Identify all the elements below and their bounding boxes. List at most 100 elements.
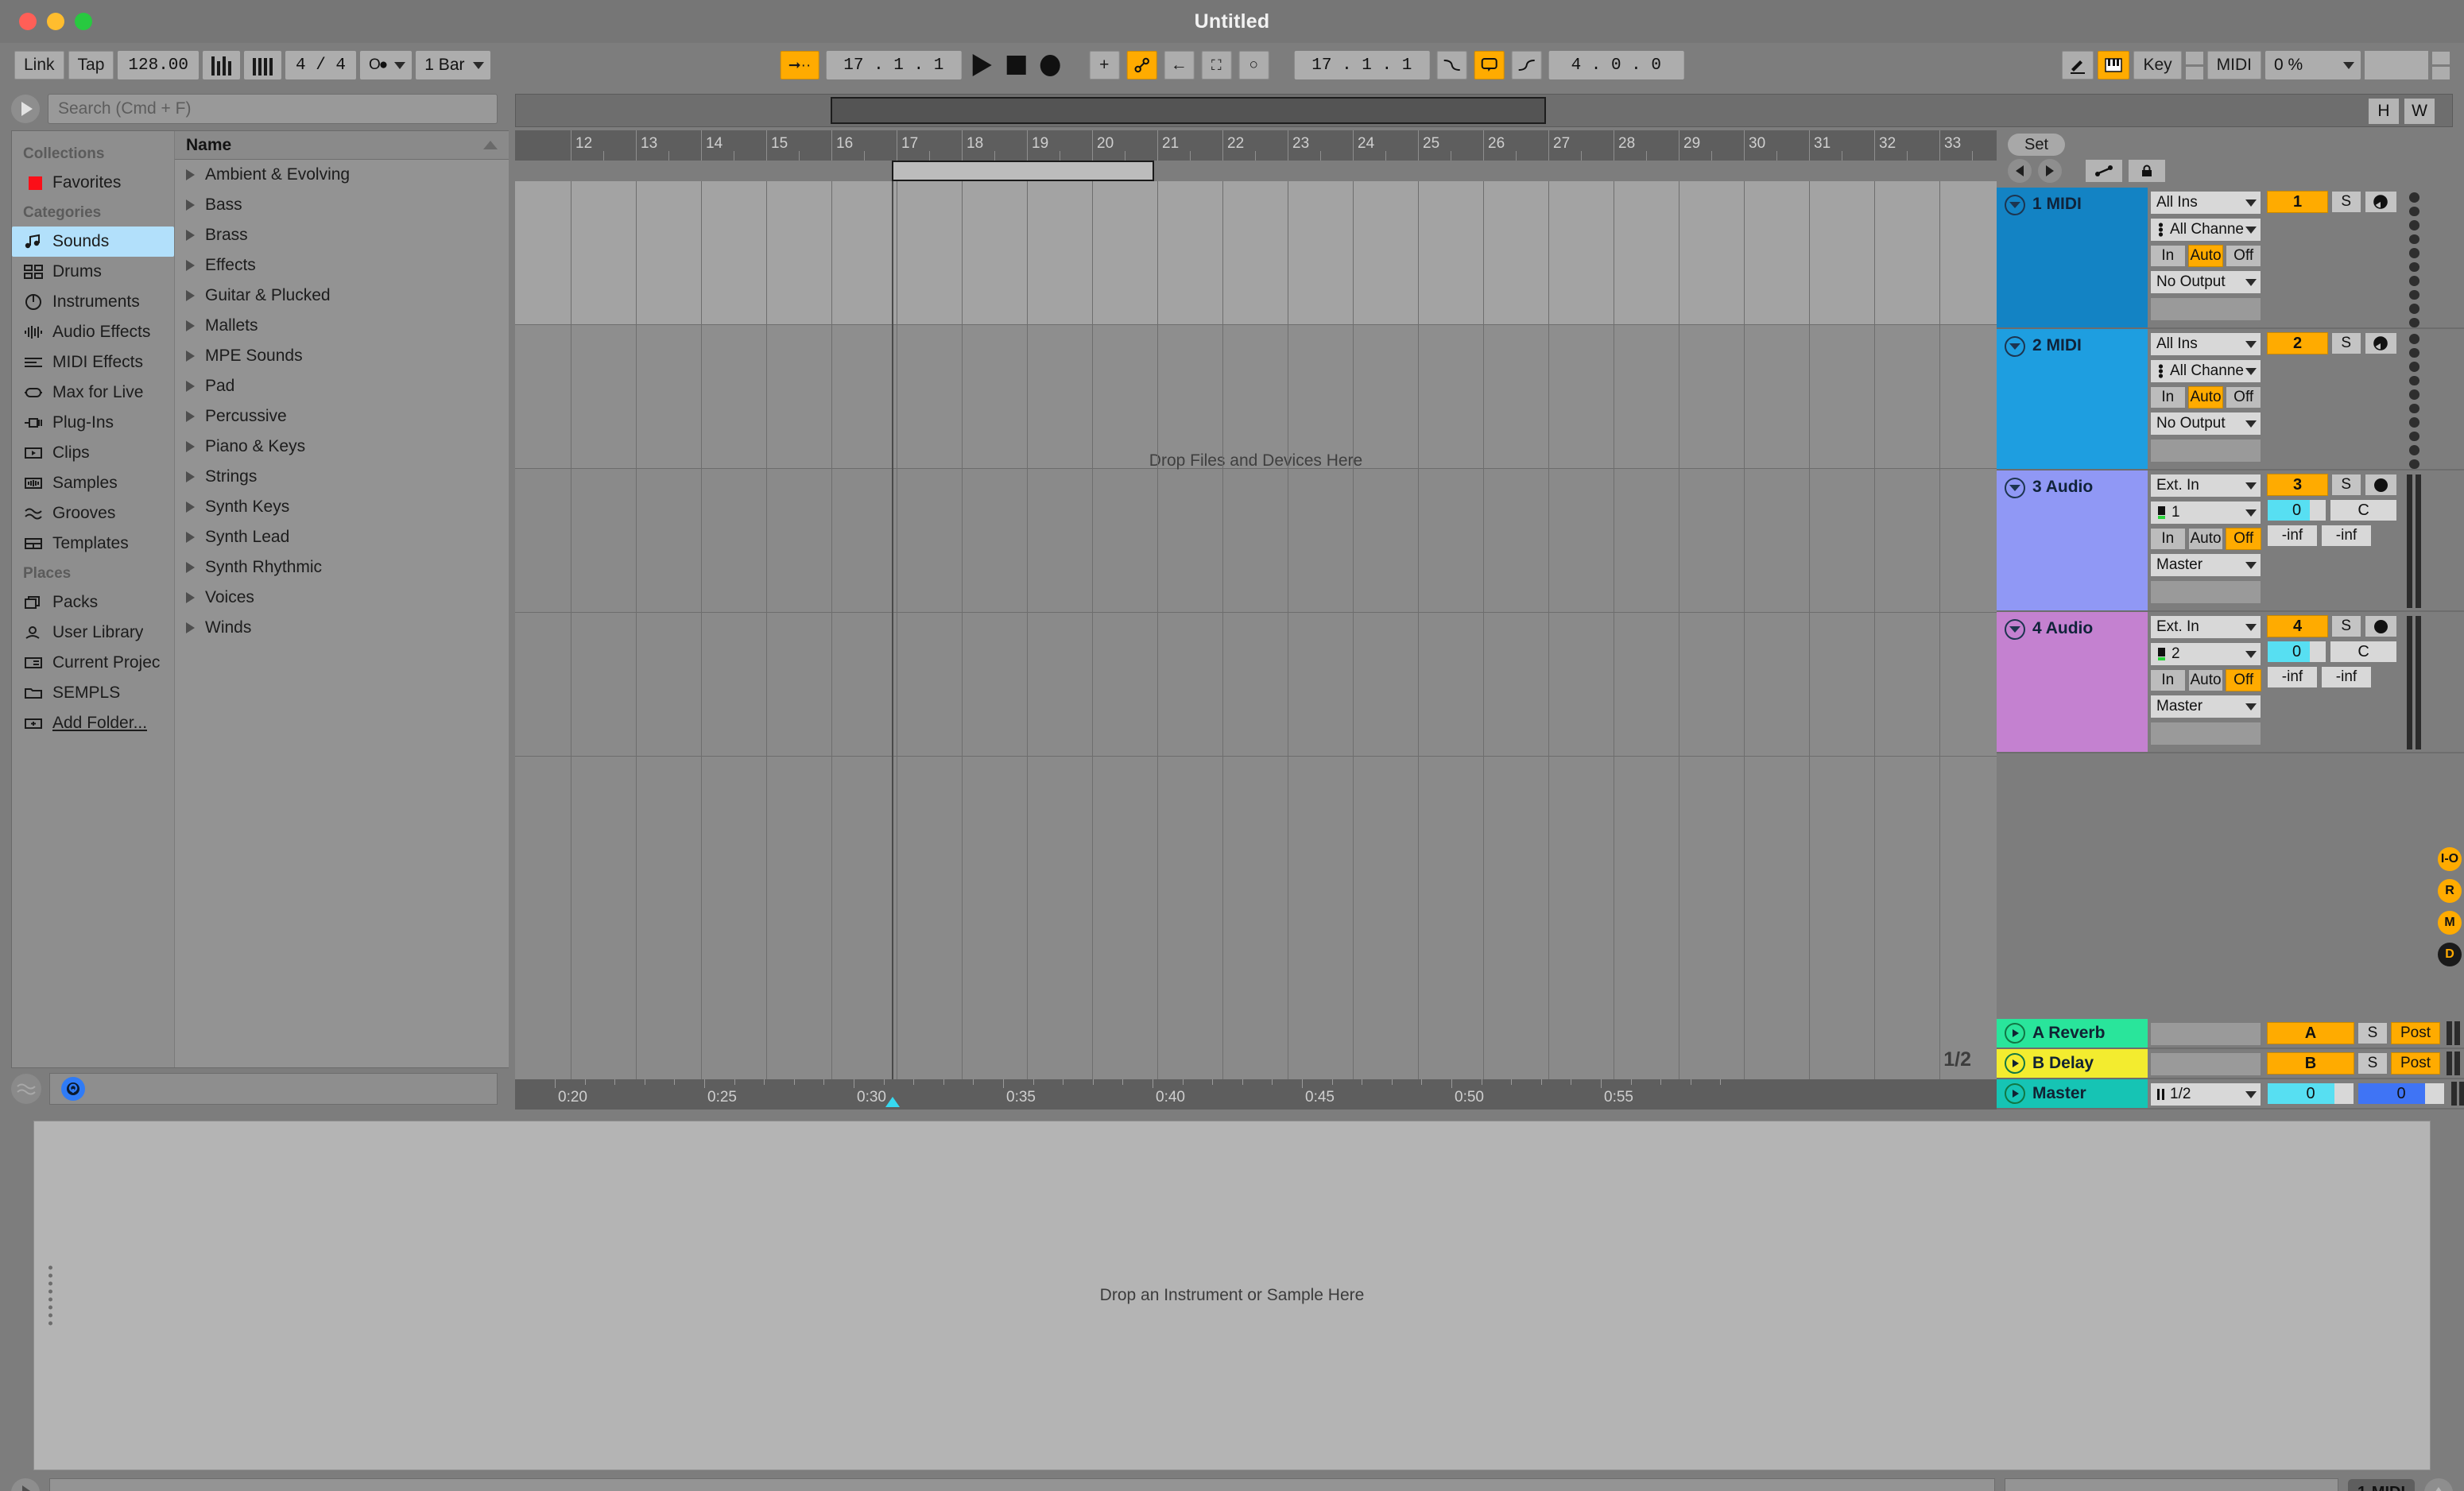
return-output-select[interactable] <box>2150 1052 2261 1076</box>
overview-selection[interactable] <box>831 97 1546 124</box>
automation-link-icon[interactable] <box>1126 51 1157 79</box>
bar-ruler[interactable]: 12 13 14 15 16 17 18 19 20 21 22 23 24 25 26 27 28 29 30 31… <box>515 130 1997 161</box>
loop-start-field[interactable]: 17 . 1 . 1 <box>1294 51 1430 79</box>
expand-triangle-icon[interactable] <box>186 169 195 180</box>
browser-folder-row[interactable]: Synth Rhythmic <box>175 552 509 583</box>
search-input[interactable]: Search (Cmd + F) <box>48 94 498 124</box>
record-icon[interactable] <box>1036 52 1063 79</box>
sidebar-item-sempls[interactable]: SEMPLS <box>12 678 174 708</box>
expand-triangle-icon[interactable] <box>186 532 195 543</box>
browser-preview-icon[interactable] <box>11 95 40 123</box>
expand-triangle-icon[interactable] <box>186 441 195 452</box>
track-fold-icon[interactable] <box>2005 478 2025 498</box>
output-type-select[interactable]: Master <box>2150 695 2261 718</box>
monitor-auto-button[interactable]: Auto <box>2187 245 2224 267</box>
master-track-name-header[interactable]: Master <box>1997 1079 2148 1108</box>
ableton-help-icon[interactable] <box>61 1077 85 1101</box>
plus-icon[interactable]: + <box>1089 51 1120 79</box>
status-play-icon[interactable] <box>11 1478 40 1491</box>
master-track[interactable]: Master 1/2 0 0 <box>1997 1079 2464 1110</box>
input-type-select[interactable]: Ext. In <box>2150 615 2261 639</box>
metronome-icon[interactable] <box>203 51 241 79</box>
sidebar-item-samples[interactable]: Samples <box>12 468 174 498</box>
frame-icon[interactable]: ⛶ <box>1201 51 1232 79</box>
track-number-button[interactable]: 1 <box>2267 191 2328 213</box>
return-letter-button[interactable]: A <box>2267 1022 2354 1044</box>
track-number-button[interactable]: 3 <box>2267 474 2328 496</box>
arm-audio-icon[interactable] <box>2364 615 2397 637</box>
sidebar-item-drums[interactable]: Drums <box>12 257 174 287</box>
loop-brace[interactable] <box>892 161 1154 181</box>
browser-folder-row[interactable]: Mallets <box>175 311 509 341</box>
solo-button[interactable]: S <box>2331 332 2361 354</box>
browser-folder-row[interactable]: Winds <box>175 613 509 643</box>
track-fold-icon[interactable] <box>2005 336 2025 357</box>
sidebar-item-grooves[interactable]: Grooves <box>12 498 174 529</box>
mixer-track-1[interactable]: 1 MIDI All Ins All Channe In Auto Off No Outpu… <box>1997 188 2464 329</box>
return-fold-icon[interactable] <box>2005 1053 2025 1074</box>
output-type-select[interactable]: No Output <box>2150 412 2261 436</box>
track-name-header[interactable]: 2 MIDI <box>1997 329 2148 469</box>
overview-height-button[interactable]: H <box>2369 99 2399 124</box>
punch-in-icon[interactable] <box>1436 51 1467 79</box>
browser-folder-row[interactable]: Percussive <box>175 401 509 432</box>
return-solo-button[interactable]: S <box>2357 1022 2388 1044</box>
grooves-icon[interactable] <box>11 1074 41 1104</box>
mixer-track-4[interactable]: 4 Audio Ext. In 2 In Auto Off Master 4 S 0 C -inf -i… <box>1997 612 2464 753</box>
sidebar-item-clips[interactable]: Clips <box>12 438 174 468</box>
browser-folder-row[interactable]: Piano & Keys <box>175 432 509 462</box>
browser-column-header[interactable]: Name <box>175 131 509 160</box>
return-fold-icon[interactable] <box>2005 1023 2025 1044</box>
link-button[interactable]: Link <box>14 51 64 79</box>
pencil-icon[interactable] <box>2062 51 2094 79</box>
volume-field[interactable]: 0 <box>2267 499 2327 521</box>
monitor-off-button[interactable]: Off <box>2226 669 2262 691</box>
monitor-auto-button[interactable]: Auto <box>2187 669 2224 691</box>
solo-button[interactable]: S <box>2331 191 2361 213</box>
loop-brace-bar[interactable] <box>515 161 1997 181</box>
output-type-select[interactable]: Master <box>2150 553 2261 577</box>
expand-triangle-icon[interactable] <box>186 592 195 603</box>
return-track-A[interactable]: A Reverb A S Post <box>1997 1019 2464 1049</box>
sidebar-item-instruments[interactable]: Instruments <box>12 287 174 317</box>
lock-envelopes-icon[interactable] <box>2129 160 2165 182</box>
input-type-select[interactable]: All Ins <box>2150 191 2261 215</box>
output-channel-select[interactable] <box>2150 297 2261 321</box>
prev-arrow-icon[interactable] <box>2008 159 2032 183</box>
monitor-auto-button[interactable]: Auto <box>2187 386 2224 409</box>
key-map-button[interactable]: Key <box>2133 51 2182 79</box>
return-track-name-header[interactable]: A Reverb <box>1997 1019 2148 1048</box>
playhead[interactable] <box>892 181 893 1079</box>
return-letter-button[interactable]: B <box>2267 1052 2354 1075</box>
input-channel-select[interactable]: All Channe <box>2150 218 2261 242</box>
master-volume-field[interactable]: 0 <box>2267 1082 2354 1105</box>
expand-triangle-icon[interactable] <box>186 230 195 241</box>
follow-icon[interactable]: O● <box>360 51 413 79</box>
monitor-in-button[interactable]: In <box>2150 386 2186 409</box>
cpu-load-meter[interactable]: 0 % <box>2265 51 2361 79</box>
monitor-off-button[interactable]: Off <box>2226 528 2262 550</box>
sidebar-item-midi-effects[interactable]: MIDI Effects <box>12 347 174 378</box>
track-number-button[interactable]: 4 <box>2267 615 2328 637</box>
return-post-button[interactable]: Post <box>2391 1022 2440 1044</box>
output-type-select[interactable]: No Output <box>2150 270 2261 294</box>
sidebar-item-audio-effects[interactable]: Audio Effects <box>12 317 174 347</box>
expand-triangle-icon[interactable] <box>186 320 195 331</box>
monitor-off-button[interactable]: Off <box>2226 386 2262 409</box>
browser-folder-row[interactable]: Brass <box>175 220 509 250</box>
return-track-name-header[interactable]: B Delay <box>1997 1049 2148 1078</box>
computer-midi-keyboard-icon[interactable] <box>2098 51 2130 79</box>
input-channel-select[interactable]: 1 <box>2150 501 2261 525</box>
midi-map-button[interactable]: MIDI <box>2206 51 2261 79</box>
track-lane-4[interactable] <box>515 613 1997 756</box>
next-arrow-icon[interactable] <box>2038 159 2062 183</box>
volume-field[interactable]: 0 <box>2267 641 2327 663</box>
punch-out-icon[interactable] <box>1511 51 1542 79</box>
back-arrow-icon[interactable]: ← <box>1164 51 1195 79</box>
expand-triangle-icon[interactable] <box>186 199 195 211</box>
sidebar-item-max-for-live[interactable]: Max for Live <box>12 378 174 408</box>
expand-triangle-icon[interactable] <box>186 562 195 573</box>
sidebar-item-add-folder[interactable]: Add Folder... <box>12 708 174 738</box>
return-post-button[interactable]: Post <box>2391 1052 2440 1075</box>
sidebar-item-packs[interactable]: Packs <box>12 587 174 618</box>
